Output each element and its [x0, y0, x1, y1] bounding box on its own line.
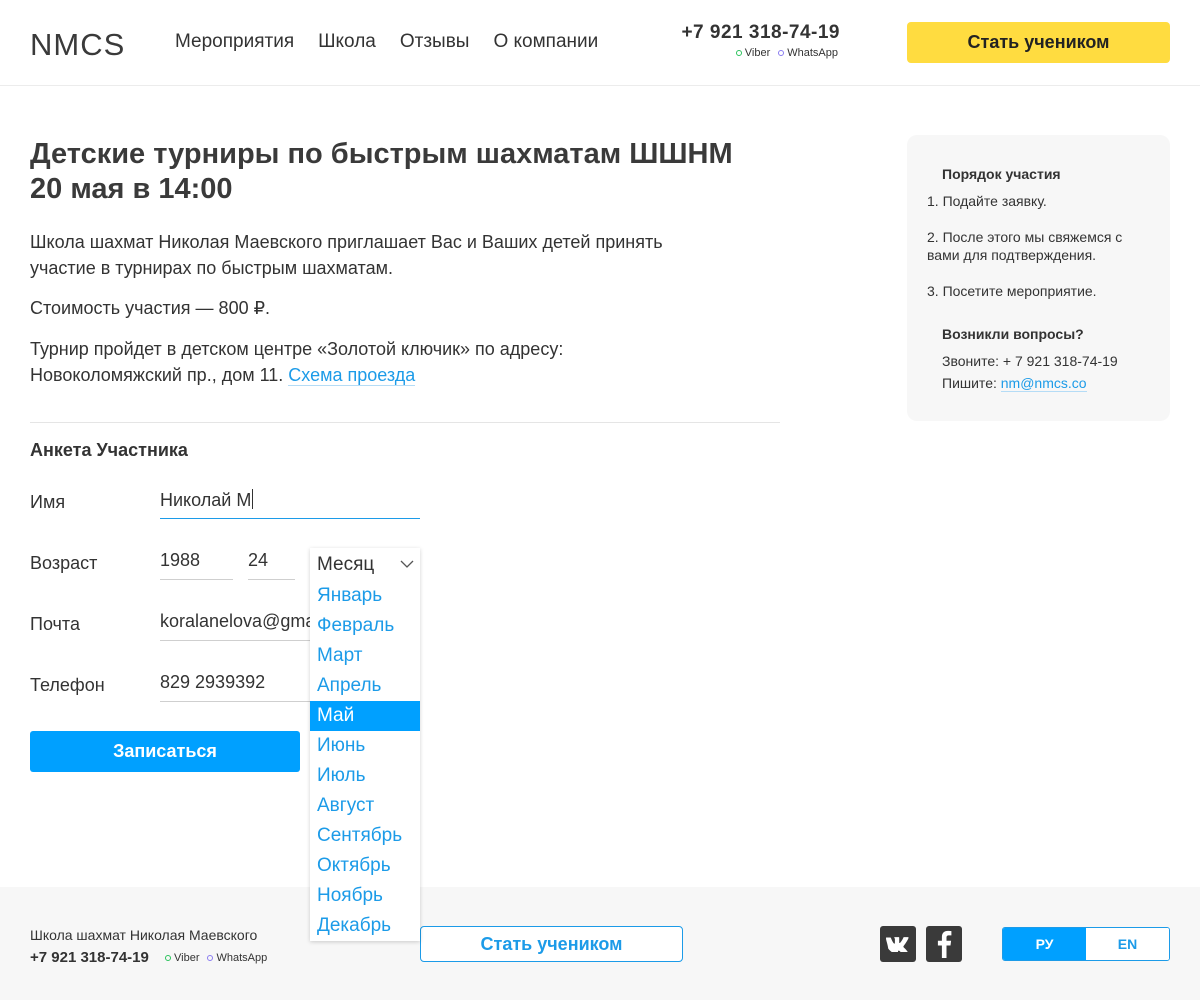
lang-en-button[interactable]: EN: [1086, 928, 1169, 960]
month-option-october[interactable]: Октябрь: [310, 851, 420, 881]
nav-item-school[interactable]: Школа: [318, 31, 376, 53]
month-option-september[interactable]: Сентябрь: [310, 821, 420, 851]
step-item: 3. Посетите мероприятие.: [927, 283, 1097, 299]
birth-year-field[interactable]: 1988: [160, 550, 233, 580]
month-option-june[interactable]: Июнь: [310, 731, 420, 761]
age-label: Возраст: [30, 553, 98, 573]
whatsapp-label: WhatsApp: [787, 47, 838, 59]
call-text: Звоните: + 7 921 318-74-19: [942, 353, 1118, 369]
footer-viber-link[interactable]: Viber: [165, 952, 199, 964]
month-option-november[interactable]: Ноябрь: [310, 881, 420, 911]
divider: [30, 422, 780, 423]
month-dropdown[interactable]: Месяц Январь Февраль Март Апрель Май Июн…: [310, 548, 420, 941]
whatsapp-link[interactable]: WhatsApp: [778, 47, 838, 59]
chevron-down-icon: [400, 560, 414, 568]
step-item: 1. Подайте заявку.: [927, 193, 1047, 209]
vk-icon[interactable]: [880, 926, 916, 962]
nav-item-reviews[interactable]: Отзывы: [400, 31, 470, 53]
whatsapp-icon: [778, 50, 785, 56]
write-text: Пишите: nm@nmcs.co: [942, 375, 1087, 392]
month-option-december[interactable]: Декабрь: [310, 911, 420, 941]
viber-icon: [735, 50, 742, 56]
viber-label: Viber: [744, 47, 771, 59]
month-option-august[interactable]: Август: [310, 791, 420, 821]
name-field[interactable]: Николай М: [160, 489, 420, 519]
month-option-january[interactable]: Январь: [310, 581, 420, 611]
facebook-icon[interactable]: [926, 926, 962, 962]
email-link[interactable]: nm@nmcs.co: [1000, 375, 1087, 392]
month-option-february[interactable]: Февраль: [310, 611, 420, 641]
text-caret: [252, 489, 254, 509]
steps-title: Порядок участия: [942, 166, 1061, 182]
footer-school-name: Школа шахмат Николая Маевского: [30, 927, 258, 943]
footer-whatsapp-link[interactable]: WhatsApp: [207, 952, 267, 964]
viber-icon: [165, 955, 171, 961]
form-title: Анкета Участника: [30, 440, 188, 460]
email-label: Почта: [30, 614, 80, 634]
map-link[interactable]: Схема проезда: [288, 365, 416, 386]
whatsapp-label: WhatsApp: [216, 952, 268, 964]
viber-label: Viber: [174, 952, 200, 964]
whatsapp-icon: [207, 955, 214, 961]
header-phone[interactable]: +7 921 318-74-19: [674, 22, 840, 44]
month-option-april[interactable]: Апрель: [310, 671, 420, 701]
price-text: Стоимость участия — 800 ₽.: [30, 298, 271, 318]
name-label: Имя: [30, 492, 66, 512]
steps-list: 1. Подайте заявку. 2. После этого мы свя…: [927, 192, 1152, 318]
become-student-button[interactable]: Стать учеником: [907, 22, 1170, 63]
logo[interactable]: NMCS: [30, 27, 125, 63]
footer-phone[interactable]: +7 921 318-74-19: [30, 949, 149, 966]
questions-title: Возникли вопросы?: [942, 326, 1084, 342]
month-option-july[interactable]: Июль: [310, 761, 420, 791]
write-label: Пишите:: [942, 375, 997, 391]
language-switcher: РУ EN: [1002, 927, 1170, 961]
address-text: Турнир пройдет в детском центре «Золотой…: [30, 336, 670, 388]
lang-ru-button[interactable]: РУ: [1003, 928, 1086, 960]
month-select[interactable]: Месяц: [310, 548, 420, 581]
page-title: Детские турниры по быстрым шахматам ШШНМ…: [30, 138, 733, 205]
month-option-march[interactable]: Март: [310, 641, 420, 671]
participation-sidebar: Порядок участия 1. Подайте заявку. 2. По…: [907, 135, 1170, 421]
intro-text: Школа шахмат Николая Маевского приглашае…: [30, 232, 663, 278]
name-field-value: Николай М: [160, 490, 252, 510]
header-messengers: Viber WhatsApp: [735, 47, 838, 59]
nav-item-events[interactable]: Мероприятия: [175, 31, 294, 53]
footer-become-student-button[interactable]: Стать учеником: [420, 926, 683, 962]
phone-label: Телефон: [30, 675, 105, 695]
viber-link[interactable]: Viber: [735, 47, 771, 59]
month-select-placeholder: Месяц: [317, 554, 375, 575]
step-item: 2. После этого мы свяжемся с вами для по…: [927, 229, 1123, 263]
month-option-may[interactable]: Май: [310, 701, 420, 731]
nav-item-about[interactable]: О компании: [493, 31, 598, 53]
site-footer: Школа шахмат Николая Маевского +7 921 31…: [0, 887, 1200, 1000]
submit-button[interactable]: Записаться: [30, 731, 300, 772]
birth-day-field[interactable]: 24: [248, 550, 295, 580]
site-header: NMCS Мероприятия Школа Отзывы О компании…: [0, 0, 1200, 86]
main-nav: Мероприятия Школа Отзывы О компании: [175, 31, 598, 53]
footer-messengers: Viber WhatsApp: [165, 952, 267, 964]
